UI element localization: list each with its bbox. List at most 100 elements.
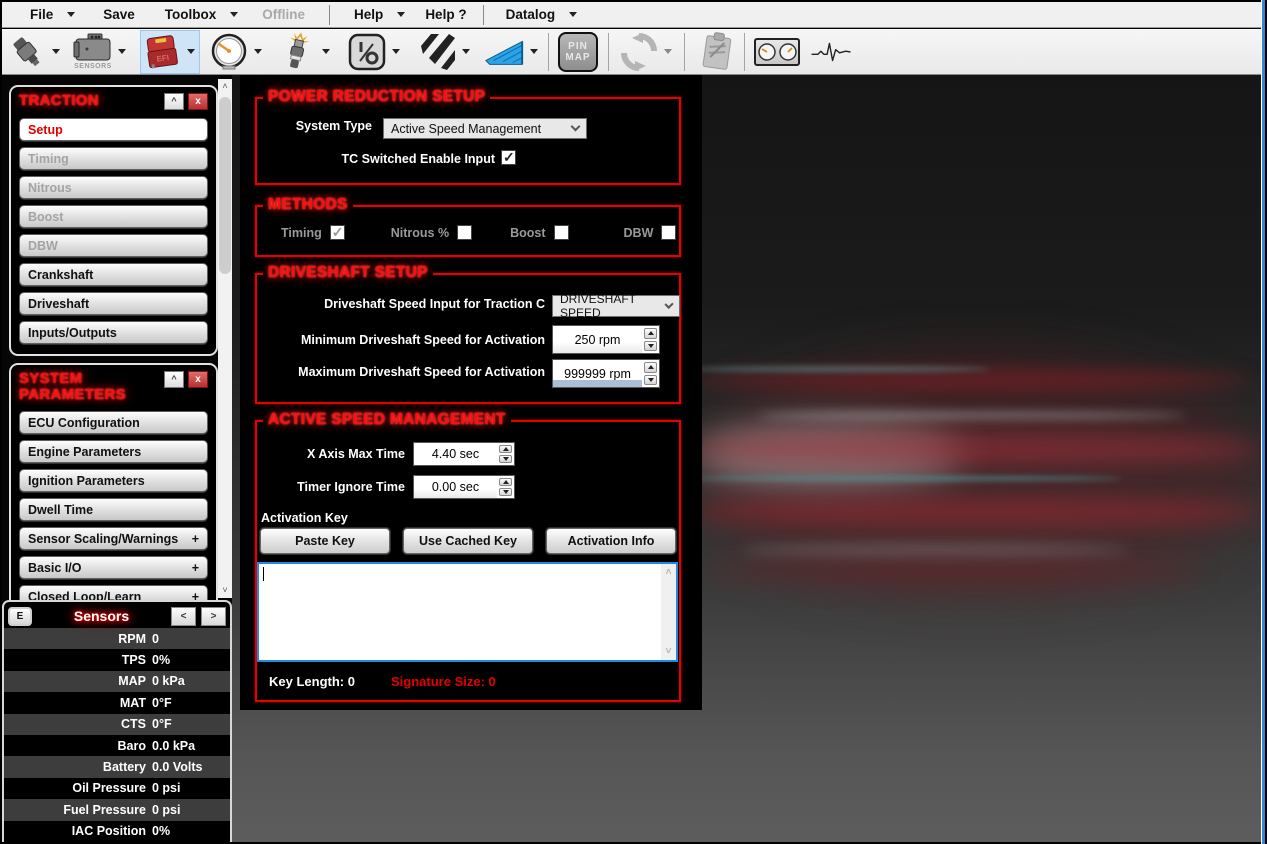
system-parameters-panel-title: SYSTEM PARAMETERS xyxy=(19,371,149,403)
sidebar-scroll-area: TRACTION ^ x Setup Timing Nitrous Boost … xyxy=(2,75,232,602)
dual-gauges-icon[interactable] xyxy=(754,38,800,66)
menu-toolbox[interactable]: Toolbox xyxy=(155,7,249,22)
spin-up-icon[interactable] xyxy=(644,328,657,339)
signature-size-status: Signature Size: 0 xyxy=(391,674,496,689)
scroll-down-icon[interactable]: ˅ xyxy=(218,583,232,598)
sidebar-item-ignition-parameters[interactable]: Ignition Parameters xyxy=(19,469,208,492)
menu-help[interactable]: Help xyxy=(344,7,415,22)
method-dbw-checkbox[interactable] xyxy=(661,225,676,240)
sensors-prev-button[interactable]: < xyxy=(171,607,196,626)
method-timing-label: Timing xyxy=(281,226,322,240)
sensor-row: Battery0.0 Volts xyxy=(4,756,230,777)
io-icon[interactable] xyxy=(346,31,388,73)
text-cursor xyxy=(263,567,264,581)
activation-key-textarea[interactable]: ˄ ˅ xyxy=(257,562,678,662)
menu-separator xyxy=(483,5,484,25)
scroll-up-icon[interactable]: ˄ xyxy=(218,79,232,94)
chevron-down-icon xyxy=(67,12,75,17)
spin-down-icon[interactable] xyxy=(499,488,512,496)
sensor-row: RPM0 xyxy=(4,628,230,649)
power-reduction-setup-group: POWER REDUCTION SETUP System Type Active… xyxy=(255,97,681,185)
chevron-down-icon xyxy=(569,12,577,17)
method-nitrous-label: Nitrous % xyxy=(391,226,449,240)
scroll-down-icon[interactable]: ˅ xyxy=(661,644,676,659)
x-axis-max-time-stepper[interactable]: 4.40 sec xyxy=(413,442,515,466)
textarea-scrollbar[interactable]: ˄ ˅ xyxy=(661,564,676,660)
use-cached-key-button[interactable]: Use Cached Key xyxy=(403,528,533,554)
chevron-down-icon[interactable] xyxy=(254,49,262,54)
menu-help-question[interactable]: Help ? xyxy=(415,7,476,22)
driveshaft-setup-title: DRIVESHAFT SETUP xyxy=(263,264,433,282)
sensor-row: CTS0°F xyxy=(4,714,230,735)
toolbar: SENSORS EFI xyxy=(2,29,1261,75)
sensor-row: Fuel Pressure0 psi xyxy=(4,799,230,820)
chevron-down-icon[interactable] xyxy=(530,49,538,54)
traction-bars-icon[interactable] xyxy=(416,31,458,73)
minimize-button[interactable]: ^ xyxy=(164,93,184,110)
sensors-edit-button[interactable]: E xyxy=(8,607,32,626)
min-driveshaft-speed-stepper[interactable]: 250 rpm xyxy=(552,325,660,354)
efi-ecu-icon[interactable]: EFI xyxy=(141,31,183,73)
menu-save[interactable]: Save xyxy=(93,7,145,22)
method-timing-checkbox[interactable] xyxy=(330,225,345,240)
spin-up-icon[interactable] xyxy=(644,362,657,373)
sidebar-item-basic-io[interactable]: Basic I/O + xyxy=(19,556,208,579)
sidebar-item-engine-parameters[interactable]: Engine Parameters xyxy=(19,440,208,463)
chevron-down-icon[interactable] xyxy=(392,49,400,54)
sidebar-item-dwell-time[interactable]: Dwell Time xyxy=(19,498,208,521)
sidebar-item-nitrous: Nitrous xyxy=(19,176,208,199)
sidebar-scrollbar[interactable]: ˄ ˅ xyxy=(218,79,232,598)
driveshaft-speed-input-label: Driveshaft Speed Input for Traction C xyxy=(257,297,545,311)
pulse-icon[interactable] xyxy=(810,31,852,73)
sensors-panel-title: Sensors xyxy=(74,608,129,624)
sidebar-item-inputs-outputs[interactable]: Inputs/Outputs xyxy=(19,321,208,344)
spin-down-icon[interactable] xyxy=(644,341,657,352)
efi-ecu-selected-highlight: EFI xyxy=(140,30,200,74)
paste-key-button[interactable]: Paste Key xyxy=(260,528,390,554)
close-button[interactable]: x xyxy=(188,371,208,388)
sidebar-item-ecu-configuration[interactable]: ECU Configuration xyxy=(19,411,208,434)
system-type-select[interactable]: Active Speed Management xyxy=(383,118,587,139)
driveshaft-speed-input-select[interactable]: DRIVESHAFT SPEED xyxy=(552,295,680,317)
scroll-up-icon[interactable]: ˄ xyxy=(661,565,676,580)
scrollbar-thumb[interactable] xyxy=(219,97,231,274)
menu-datalog[interactable]: Datalog xyxy=(496,7,588,22)
close-button[interactable]: x xyxy=(188,93,208,110)
fuel-injector-icon[interactable] xyxy=(6,31,48,73)
spark-plug-icon[interactable] xyxy=(276,31,318,73)
chevron-down-icon[interactable] xyxy=(118,49,126,54)
gauge-icon[interactable] xyxy=(208,31,250,73)
pin-map-icon[interactable]: PIN MAP xyxy=(558,32,598,72)
sidebar-item-setup[interactable]: Setup xyxy=(19,118,208,141)
app-window: File Save Toolbox Offline Help Help ? Da… xyxy=(0,0,1267,844)
spin-up-icon[interactable] xyxy=(499,445,512,453)
menu-file[interactable]: File xyxy=(20,7,85,22)
chevron-down-icon[interactable] xyxy=(462,49,470,54)
tc-switched-enable-checkbox[interactable] xyxy=(501,150,516,165)
sensors-module-icon[interactable]: SENSORS xyxy=(72,33,114,70)
spin-up-icon[interactable] xyxy=(499,478,512,486)
spin-down-icon[interactable] xyxy=(499,455,512,463)
method-boost-label: Boost xyxy=(510,226,545,240)
menu-bar: File Save Toolbox Offline Help Help ? Da… xyxy=(2,2,1261,28)
traction-panel-title: TRACTION xyxy=(19,93,99,109)
chevron-down-icon[interactable] xyxy=(322,49,330,54)
max-driveshaft-speed-stepper[interactable]: 999999 rpm xyxy=(552,359,660,388)
minimize-button[interactable]: ^ xyxy=(164,371,184,388)
sidebar-item-driveshaft[interactable]: Driveshaft xyxy=(19,292,208,315)
graph-3d-icon[interactable] xyxy=(484,31,526,73)
sensors-panel: E Sensors < > RPM0 TPS0% MAP0 kPa MAT0°F… xyxy=(2,600,232,842)
activation-info-button[interactable]: Activation Info xyxy=(546,528,676,554)
system-parameters-panel: SYSTEM PARAMETERS ^ x ECU Configuration … xyxy=(9,363,218,602)
sidebar-item-crankshaft[interactable]: Crankshaft xyxy=(19,263,208,286)
chevron-down-icon[interactable] xyxy=(187,49,195,54)
chevron-down-icon xyxy=(397,12,405,17)
sidebar-item-sensor-scaling-warnings[interactable]: Sensor Scaling/Warnings + xyxy=(19,527,208,550)
sensors-next-button[interactable]: > xyxy=(201,607,226,626)
sensor-row: IAC Position0% xyxy=(4,821,230,842)
method-nitrous-checkbox[interactable] xyxy=(457,225,472,240)
chevron-down-icon[interactable] xyxy=(52,49,60,54)
spin-down-icon[interactable] xyxy=(644,375,657,386)
timer-ignore-time-stepper[interactable]: 0.00 sec xyxy=(413,475,515,499)
method-boost-checkbox[interactable] xyxy=(554,225,569,240)
